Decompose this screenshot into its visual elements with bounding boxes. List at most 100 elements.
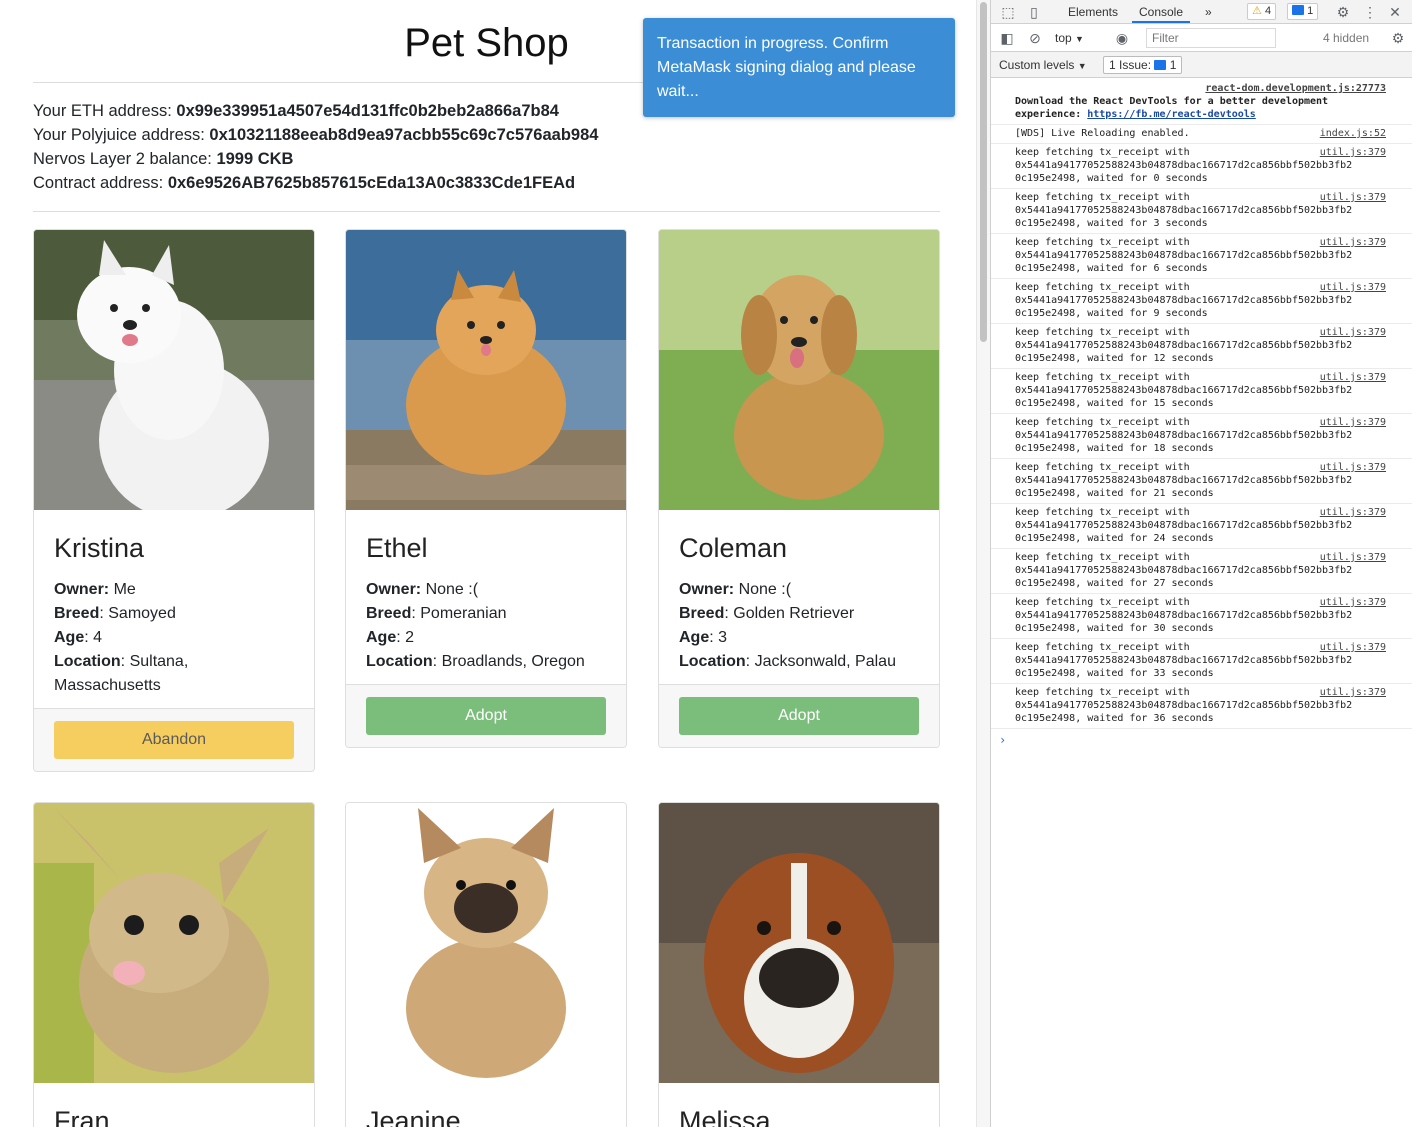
- console-message: util.js:379 keep fetching tx_receipt with…: [991, 189, 1412, 234]
- polyjuice-address-line: Your Polyjuice address: 0x10321188eeab8d…: [33, 123, 598, 147]
- contract-address-line: Contract address: 0x6e9526AB7625b857615c…: [33, 171, 598, 195]
- age-label: Age: [54, 629, 85, 646]
- breed-label: Breed: [366, 605, 412, 622]
- message-source-link[interactable]: util.js:379: [1320, 371, 1386, 384]
- location-line: Location: Sultana, Massachusetts: [54, 653, 189, 694]
- owner-line: Owner: None :(: [366, 578, 606, 602]
- message-icon: [1292, 5, 1304, 15]
- pet-card: Coleman Owner: None :( Breed: Golden Ret…: [658, 229, 940, 748]
- adopt-button[interactable]: Adopt: [679, 697, 919, 735]
- levels-label: Custom levels: [999, 58, 1075, 72]
- console-message: util.js:379 keep fetching tx_receipt with…: [991, 414, 1412, 459]
- console-message: util.js:379 keep fetching tx_receipt with…: [991, 234, 1412, 279]
- console-settings-icon[interactable]: ⚙: [1390, 29, 1406, 47]
- message-source-link[interactable]: react-dom.development.js:27773: [1205, 82, 1386, 95]
- levels-dropdown[interactable]: Custom levels ▼: [999, 56, 1087, 74]
- samoyed-photo: [34, 230, 314, 510]
- console-message: util.js:379 keep fetching tx_receipt with…: [991, 144, 1412, 189]
- more-options-icon[interactable]: ⋮: [1363, 0, 1377, 24]
- owner-value: None :(: [425, 581, 479, 598]
- age-label: Age: [366, 629, 397, 646]
- age-label: Age: [679, 629, 710, 646]
- message-source-link[interactable]: util.js:379: [1320, 326, 1386, 339]
- breed-line: Breed: Samoyed: [54, 605, 176, 622]
- breed-line: Breed: Golden Retriever: [679, 605, 855, 622]
- device-toolbar-icon[interactable]: ▯: [1025, 0, 1043, 24]
- owner-value: Me: [113, 581, 136, 598]
- warnings-count: 4: [1264, 5, 1272, 17]
- console-message: index.js:52 [WDS] Live Reloading enabled.: [991, 125, 1412, 144]
- pet-card: Melissa: [658, 802, 940, 1127]
- message-source-link[interactable]: util.js:379: [1320, 686, 1386, 699]
- message-source-link[interactable]: index.js:52: [1320, 127, 1386, 140]
- issues-label: 1 Issue:: [1109, 58, 1152, 72]
- tab-console[interactable]: Console: [1132, 0, 1190, 23]
- breed-label: Breed: [679, 605, 725, 622]
- age-line: Age: 3: [679, 629, 728, 646]
- sidebar-toggle-icon[interactable]: ◧: [999, 29, 1015, 47]
- message-source-link[interactable]: util.js:379: [1320, 281, 1386, 294]
- location-line: Location: Jacksonwald, Palau: [679, 653, 896, 670]
- warning-icon: ⚠: [1252, 5, 1262, 17]
- contract-address-label: Contract address:: [33, 174, 168, 192]
- message-source-link[interactable]: util.js:379: [1320, 416, 1386, 429]
- owner-label: Owner:: [366, 581, 422, 598]
- messages-badge[interactable]: 1: [1287, 3, 1319, 20]
- breed-label: Breed: [54, 605, 100, 622]
- console-message: util.js:379 keep fetching tx_receipt with…: [991, 549, 1412, 594]
- location-label: Location: [366, 653, 433, 670]
- console-prompt[interactable]: ›: [991, 729, 1412, 747]
- location-line: Location: Broadlands, Oregon: [366, 653, 585, 670]
- message-source-link[interactable]: util.js:379: [1320, 236, 1386, 249]
- inspect-element-icon[interactable]: ⬚: [999, 0, 1017, 24]
- message-text: keep fetching tx_receipt with 0x5441a941…: [1015, 507, 1353, 544]
- pet-name: Fran: [54, 1106, 110, 1127]
- settings-gear-icon[interactable]: ⚙: [1334, 0, 1352, 24]
- owner-label: Owner:: [679, 581, 735, 598]
- message-text: keep fetching tx_receipt with 0x5441a941…: [1015, 192, 1353, 229]
- eth-address-value: 0x99e339951a4507e54d131ffc0b2beb2a866a7b…: [176, 102, 559, 120]
- page-scrollbar[interactable]: [976, 0, 990, 1127]
- message-text: keep fetching tx_receipt with 0x5441a941…: [1015, 552, 1353, 589]
- warnings-badge[interactable]: ⚠ 4: [1247, 3, 1277, 20]
- balance-line: Nervos Layer 2 balance: 1999 CKB: [33, 147, 598, 171]
- tab-elements[interactable]: Elements: [1063, 0, 1123, 24]
- message-source-link[interactable]: util.js:379: [1320, 506, 1386, 519]
- message-source-link[interactable]: util.js:379: [1320, 551, 1386, 564]
- message-source-link[interactable]: util.js:379: [1320, 596, 1386, 609]
- devtools-link[interactable]: https://fb.me/react-devtools: [1087, 109, 1256, 120]
- eth-address-label: Your ETH address:: [33, 102, 177, 120]
- message-source-link[interactable]: util.js:379: [1320, 461, 1386, 474]
- message-source-link[interactable]: util.js:379: [1320, 641, 1386, 654]
- clear-console-icon[interactable]: ⊘: [1027, 29, 1043, 47]
- close-icon[interactable]: ✕: [1387, 0, 1403, 24]
- message-source-link[interactable]: util.js:379: [1320, 146, 1386, 159]
- location-label: Location: [54, 653, 121, 670]
- scrollbar-thumb[interactable]: [980, 2, 987, 342]
- pet-name: Ethel: [366, 533, 428, 563]
- pet-name: Melissa: [679, 1106, 771, 1127]
- more-tabs-icon[interactable]: »: [1205, 0, 1219, 24]
- age-value: 2: [405, 629, 415, 646]
- message-text: keep fetching tx_receipt with 0x5441a941…: [1015, 597, 1353, 634]
- transaction-toast[interactable]: Transaction in progress. Confirm MetaMas…: [643, 18, 955, 117]
- message-text: keep fetching tx_receipt with 0x5441a941…: [1015, 327, 1353, 364]
- pet-name: Coleman: [679, 533, 788, 563]
- message-source-link[interactable]: util.js:379: [1320, 191, 1386, 204]
- golden-retriever-photo: [659, 230, 939, 510]
- context-selector[interactable]: top ▼: [1055, 29, 1084, 47]
- filter-input[interactable]: Filter: [1146, 28, 1276, 48]
- french-bulldog-photo: [346, 803, 626, 1083]
- messages-count: 1: [1307, 5, 1314, 17]
- owner-label: Owner:: [54, 581, 110, 598]
- chevron-down-icon: ▼: [1077, 61, 1087, 71]
- eye-icon[interactable]: ◉: [1113, 29, 1131, 47]
- message-text: keep fetching tx_receipt with 0x5441a941…: [1015, 462, 1353, 499]
- location-value: Broadlands, Oregon: [441, 653, 585, 670]
- contract-address-value: 0x6e9526AB7625b857615cEda13A0c3833Cde1FE…: [167, 174, 576, 192]
- issues-button[interactable]: 1 Issue: 1: [1103, 56, 1183, 74]
- age-line: Age: 2: [366, 629, 415, 646]
- pikachu-creature-photo: [34, 803, 314, 1083]
- abandon-button[interactable]: Abandon: [54, 721, 294, 759]
- adopt-button[interactable]: Adopt: [366, 697, 606, 735]
